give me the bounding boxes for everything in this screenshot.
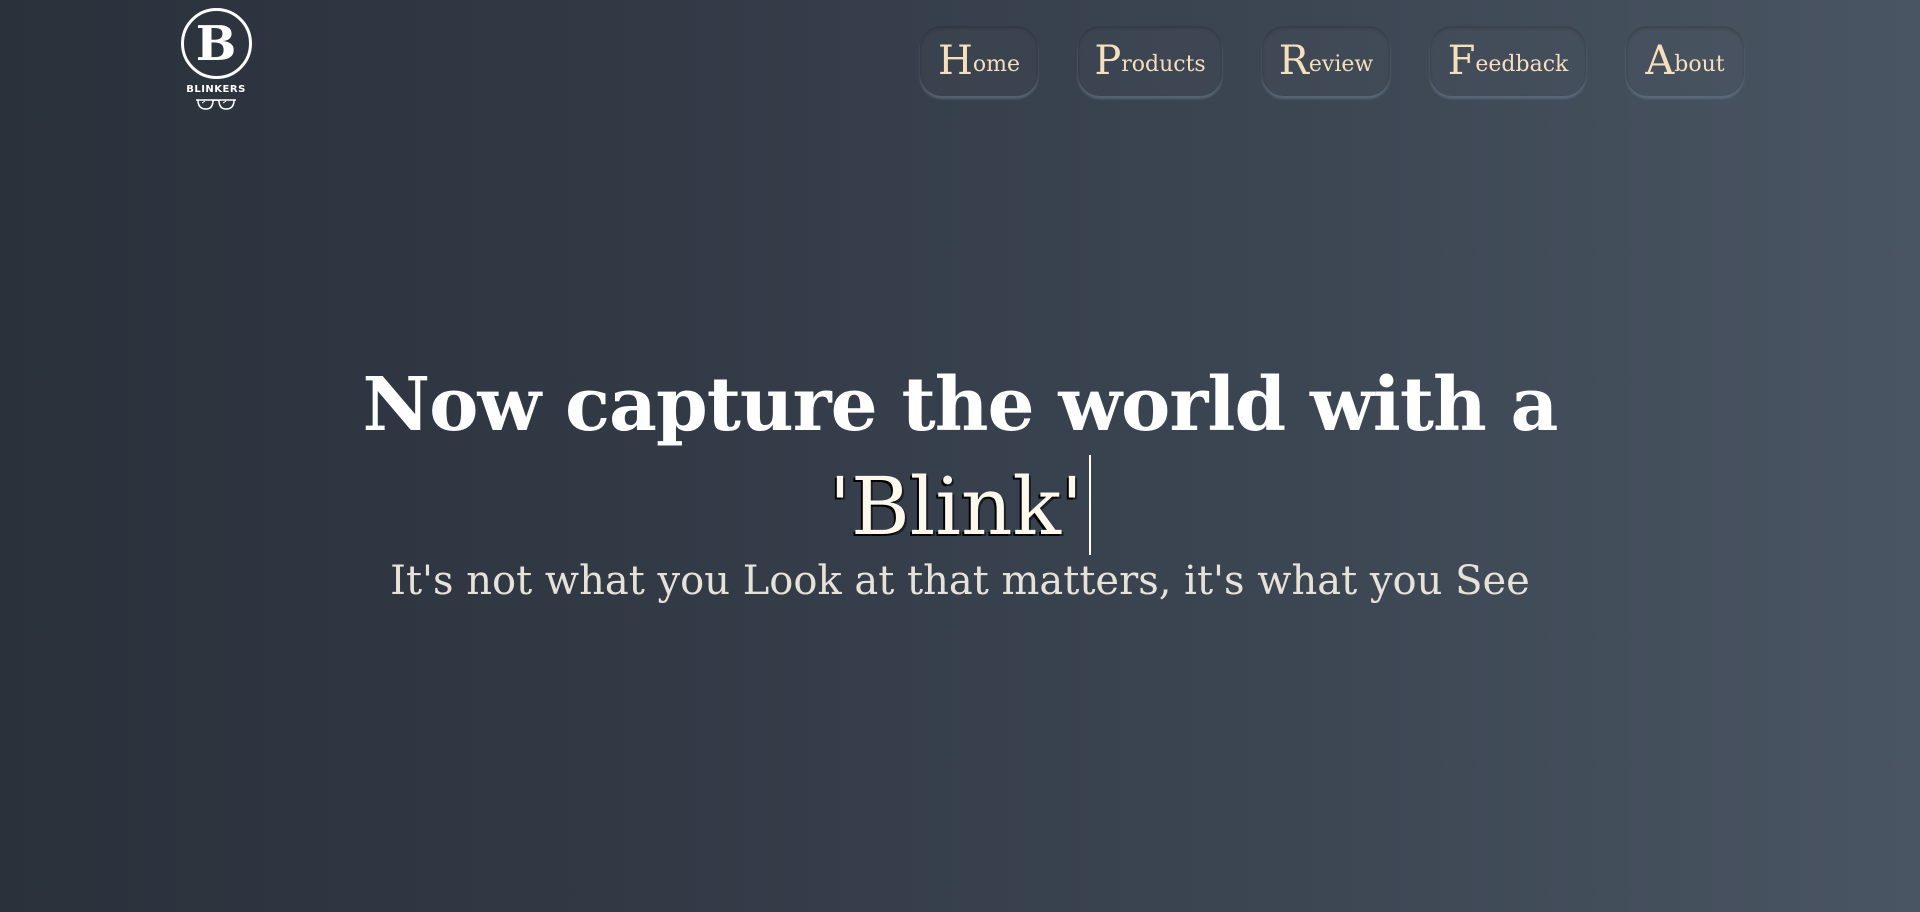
- nav-feedback-button[interactable]: Feedback: [1430, 26, 1586, 96]
- typed-word: 'Blink': [829, 460, 1083, 553]
- nav-home-initial: H: [937, 38, 973, 84]
- main-nav: Home Products Review Feedback About: [920, 26, 1744, 96]
- brand-logo[interactable]: B BLINKERS: [178, 8, 254, 111]
- nav-home-rest: ome: [972, 52, 1021, 77]
- nav-about-rest: bout: [1674, 52, 1725, 77]
- nav-review-rest: eview: [1308, 52, 1374, 77]
- nav-review-button[interactable]: Review: [1262, 26, 1390, 96]
- text-cursor: [1088, 455, 1091, 555]
- hero-headline: Now capture the world with a: [362, 362, 1558, 448]
- glasses-icon: [196, 99, 236, 110]
- nav-review-initial: R: [1278, 38, 1309, 84]
- nav-about-initial: A: [1645, 38, 1675, 84]
- nav-about-button[interactable]: About: [1626, 26, 1744, 96]
- nav-feedback-rest: eedback: [1475, 52, 1569, 77]
- hero-tagline: It's not what you Look at that matters, …: [390, 558, 1530, 604]
- hero-section: Now capture the world with a 'Blink' It'…: [0, 355, 1920, 607]
- brand-name: BLINKERS: [186, 84, 246, 95]
- logo-letter: B: [195, 15, 237, 72]
- nav-products-rest: roducts: [1121, 52, 1206, 77]
- nav-products-button[interactable]: Products: [1078, 26, 1222, 96]
- logo-emblem: B: [180, 8, 252, 79]
- nav-products-initial: P: [1094, 38, 1122, 84]
- nav-feedback-initial: F: [1447, 38, 1476, 84]
- nav-home-button[interactable]: Home: [920, 26, 1038, 96]
- typed-word-line: 'Blink': [829, 455, 1091, 559]
